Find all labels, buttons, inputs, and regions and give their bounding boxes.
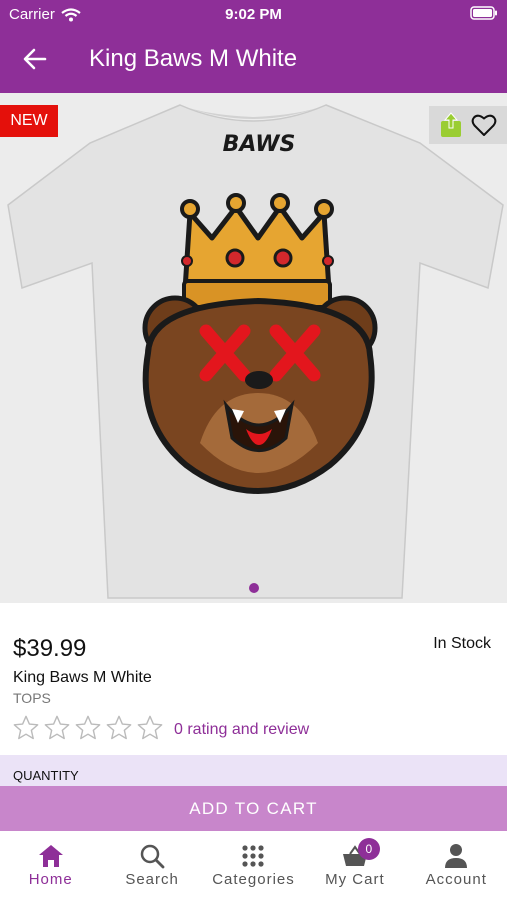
heart-icon[interactable]: [471, 113, 497, 137]
carousel-page-indicator[interactable]: [249, 583, 259, 593]
tab-home[interactable]: Home: [0, 831, 101, 900]
shirt-print-text: BAWS: [223, 132, 296, 157]
app-bar: Carrier 9:02 PM King Baws M White: [0, 0, 507, 93]
star-icon: [137, 715, 163, 740]
status-time: 9:02 PM: [225, 6, 282, 23]
tab-account[interactable]: Account: [406, 831, 507, 900]
star-icon: [13, 715, 39, 740]
back-button[interactable]: [20, 44, 50, 74]
star-icon: [44, 715, 70, 740]
tab-my-cart[interactable]: 0 My Cart: [304, 831, 405, 900]
grid-icon: [242, 845, 265, 867]
home-icon: [38, 845, 63, 867]
cart-count-badge: 0: [357, 838, 380, 860]
tab-search[interactable]: Search: [101, 831, 202, 900]
product-actions: [429, 106, 507, 144]
title-bar: King Baws M White: [0, 38, 507, 83]
tab-categories[interactable]: Categories: [203, 831, 304, 900]
rating-review-link[interactable]: 0 rating and review: [174, 721, 309, 739]
share-icon[interactable]: [439, 112, 463, 138]
star-icon: [75, 715, 101, 740]
quantity-section: QUANTITY: [0, 755, 507, 788]
tab-search-label: Search: [125, 871, 179, 888]
tab-my-cart-label: My Cart: [325, 871, 385, 888]
tab-home-label: Home: [28, 871, 73, 888]
arrow-left-icon: [23, 48, 47, 70]
new-badge: NEW: [0, 105, 58, 137]
tab-categories-label: Categories: [212, 871, 295, 888]
star-icon: [106, 715, 132, 740]
product-image: BAWS: [7, 104, 504, 599]
product-price: $39.99: [13, 635, 87, 662]
quantity-label: QUANTITY: [13, 768, 79, 783]
status-bar: Carrier 9:02 PM: [0, 0, 507, 30]
battery-icon: [470, 6, 497, 20]
rating-stars[interactable]: [12, 714, 164, 742]
product-image-carousel[interactable]: BAWS NEW: [0, 93, 507, 603]
tab-account-label: Account: [425, 871, 487, 888]
search-icon: [140, 844, 165, 869]
page-title: King Baws M White: [89, 45, 298, 72]
bottom-tab-bar: Home Search Categories 0 My Cart Account: [0, 831, 507, 900]
stock-status: In Stock: [433, 635, 491, 652]
add-to-cart-button[interactable]: ADD TO CART: [0, 786, 507, 831]
product-category: TOPS: [13, 690, 51, 706]
person-icon: [445, 844, 468, 868]
product-name: King Baws M White: [13, 669, 152, 686]
